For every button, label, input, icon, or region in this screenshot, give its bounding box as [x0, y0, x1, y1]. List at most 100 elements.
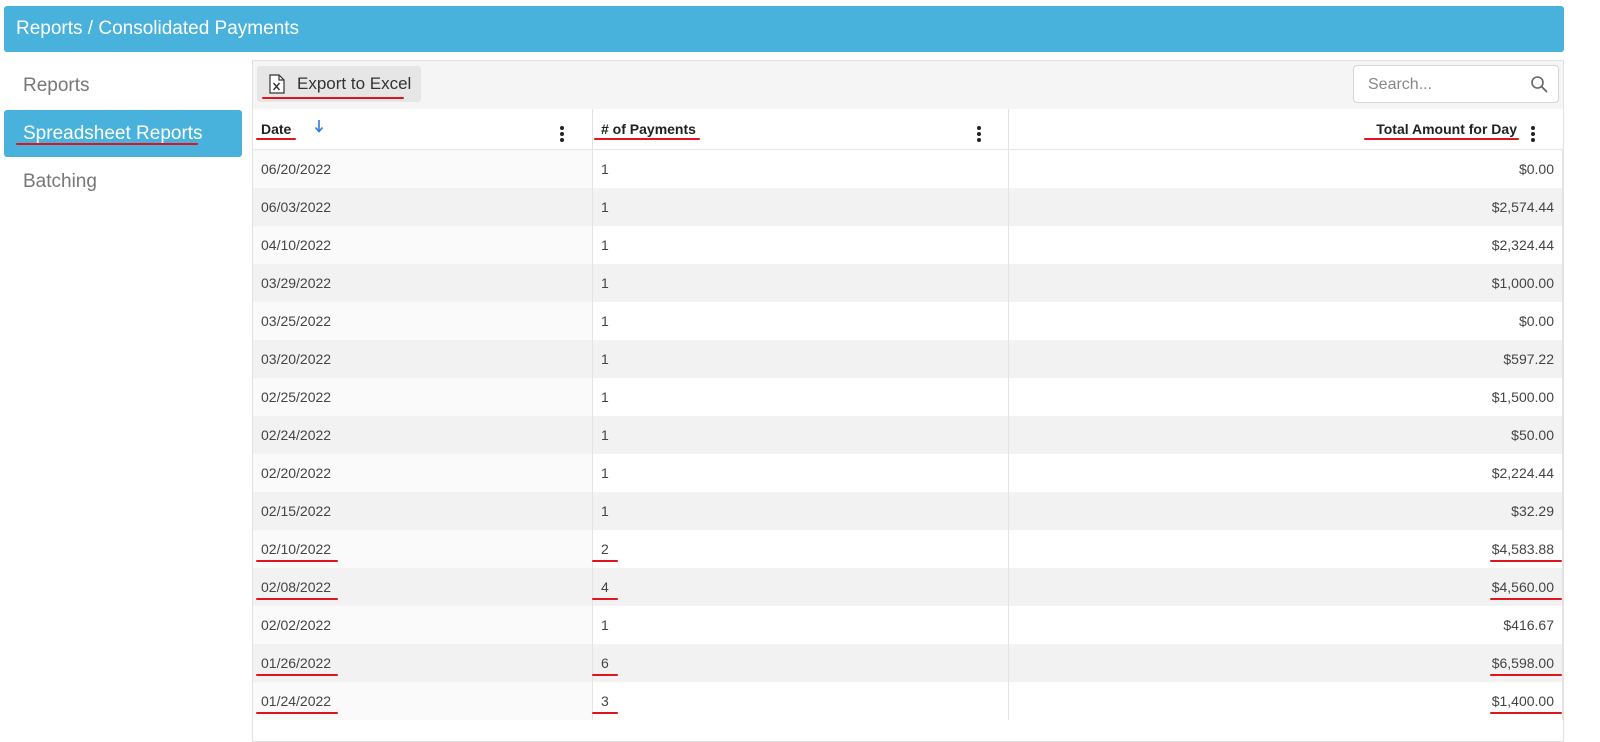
cell-payment-count: 1	[593, 492, 1009, 530]
table-row[interactable]: 02/08/2022 4 $4,560.00	[253, 568, 1563, 606]
cell-date: 02/24/2022	[253, 416, 593, 454]
annotation-underline	[256, 598, 338, 600]
sidebar-item-label: Spreadsheet Reports	[23, 123, 203, 144]
annotation-underline	[592, 598, 618, 600]
table-row[interactable]: 03/29/2022 1 $1,000.00	[253, 264, 1563, 302]
sidebar: Reports Spreadsheet Reports Batching	[4, 62, 242, 206]
annotation-underline	[256, 674, 338, 676]
cell-total-amount: $32.29	[1009, 492, 1563, 530]
cell-date: 02/02/2022	[253, 606, 593, 644]
annotation-underline	[16, 143, 198, 145]
cell-total-amount: $0.00	[1009, 302, 1563, 340]
cell-payment-count: 3	[593, 682, 1009, 720]
table-row[interactable]: 02/20/2022 1 $2,224.44	[253, 454, 1563, 492]
cell-total-amount: $1,000.00	[1009, 264, 1563, 302]
sidebar-item-batching[interactable]: Batching	[4, 158, 242, 205]
table-row[interactable]: 06/20/2022 1 $0.00	[253, 150, 1563, 188]
table-header: Date # of Payments Total Amount for Day	[253, 109, 1563, 150]
excel-file-icon	[269, 74, 285, 94]
annotation-underline	[592, 560, 618, 562]
sort-descending-icon[interactable]	[314, 118, 324, 134]
cell-date: 02/08/2022	[253, 568, 593, 606]
table-row[interactable]: 02/10/2022 2 $4,583.88	[253, 530, 1563, 568]
cell-date: 02/20/2022	[253, 454, 593, 492]
annotation-underline	[1490, 674, 1562, 676]
kebab-menu-icon[interactable]	[977, 126, 981, 144]
cell-total-amount: $1,400.00	[1009, 682, 1563, 720]
cell-total-amount: $2,224.44	[1009, 454, 1563, 492]
cell-payment-count: 2	[593, 530, 1009, 568]
annotation-underline	[256, 138, 296, 140]
cell-payment-count: 1	[593, 606, 1009, 644]
cell-payment-count: 1	[593, 226, 1009, 264]
payments-table: Date # of Payments Total Amount for Day …	[253, 109, 1563, 720]
cell-date: 03/25/2022	[253, 302, 593, 340]
table-row[interactable]: 03/25/2022 1 $0.00	[253, 302, 1563, 340]
sidebar-item-spreadsheet-reports[interactable]: Spreadsheet Reports	[4, 110, 242, 157]
cell-payment-count: 4	[593, 568, 1009, 606]
table-row[interactable]: 01/24/2022 3 $1,400.00	[253, 682, 1563, 720]
cell-date: 02/15/2022	[253, 492, 593, 530]
table-row[interactable]: 02/02/2022 1 $416.67	[253, 606, 1563, 644]
cell-payment-count: 1	[593, 340, 1009, 378]
table-row[interactable]: 02/15/2022 1 $32.29	[253, 492, 1563, 530]
cell-total-amount: $50.00	[1009, 416, 1563, 454]
search-input[interactable]	[1354, 66, 1530, 104]
cell-total-amount: $6,598.00	[1009, 644, 1563, 682]
kebab-menu-icon[interactable]	[1531, 126, 1535, 144]
table-row[interactable]: 04/10/2022 1 $2,324.44	[253, 226, 1563, 264]
kebab-menu-icon[interactable]	[560, 126, 564, 144]
annotation-underline	[262, 97, 404, 99]
annotation-underline	[256, 560, 338, 562]
column-header-payments[interactable]: # of Payments	[593, 109, 1009, 149]
annotation-underline	[594, 138, 700, 140]
cell-date: 04/10/2022	[253, 226, 593, 264]
cell-payment-count: 1	[593, 150, 1009, 188]
cell-total-amount: $1,500.00	[1009, 378, 1563, 416]
table-row[interactable]: 02/24/2022 1 $50.00	[253, 416, 1563, 454]
cell-date: 06/03/2022	[253, 188, 593, 226]
cell-total-amount: $597.22	[1009, 340, 1563, 378]
search-icon[interactable]	[1530, 75, 1548, 93]
cell-date: 02/25/2022	[253, 378, 593, 416]
sidebar-item-label: Batching	[23, 171, 97, 192]
annotation-underline	[1490, 712, 1562, 714]
cell-total-amount: $0.00	[1009, 150, 1563, 188]
cell-payment-count: 1	[593, 188, 1009, 226]
column-header-date[interactable]: Date	[253, 109, 593, 149]
report-panel: Export to Excel Date # of Payments	[252, 60, 1564, 742]
column-label: Date	[261, 121, 292, 137]
cell-total-amount: $2,574.44	[1009, 188, 1563, 226]
column-header-total[interactable]: Total Amount for Day	[1009, 109, 1563, 149]
table-row[interactable]: 03/20/2022 1 $597.22	[253, 340, 1563, 378]
annotation-underline	[1490, 598, 1562, 600]
table-body: 06/20/2022 1 $0.00 06/03/2022 1 $2,574.44 04/1…	[253, 150, 1563, 720]
cell-total-amount: $4,560.00	[1009, 568, 1563, 606]
annotation-underline	[1490, 560, 1562, 562]
table-row[interactable]: 01/26/2022 6 $6,598.00	[253, 644, 1563, 682]
cell-total-amount: $4,583.88	[1009, 530, 1563, 568]
cell-payment-count: 1	[593, 454, 1009, 492]
annotation-underline	[256, 712, 338, 714]
cell-payment-count: 1	[593, 264, 1009, 302]
annotation-underline	[1364, 138, 1519, 140]
sidebar-item-label: Reports	[23, 75, 90, 96]
cell-date: 01/26/2022	[253, 644, 593, 682]
table-row[interactable]: 06/03/2022 1 $2,574.44	[253, 188, 1563, 226]
cell-payment-count: 1	[593, 302, 1009, 340]
page-header: Reports / Consolidated Payments	[4, 6, 1564, 52]
column-label: Total Amount for Day	[1376, 121, 1517, 137]
annotation-underline	[592, 674, 618, 676]
cell-payment-count: 6	[593, 644, 1009, 682]
cell-total-amount: $2,324.44	[1009, 226, 1563, 264]
cell-date: 03/29/2022	[253, 264, 593, 302]
cell-date: 06/20/2022	[253, 150, 593, 188]
cell-date: 01/24/2022	[253, 682, 593, 720]
table-row[interactable]: 02/25/2022 1 $1,500.00	[253, 378, 1563, 416]
search-box	[1353, 65, 1559, 104]
sidebar-item-reports[interactable]: Reports	[4, 62, 242, 109]
export-button-label: Export to Excel	[297, 74, 412, 93]
cell-date: 02/10/2022	[253, 530, 593, 568]
annotation-underline	[592, 712, 618, 714]
cell-payment-count: 1	[593, 378, 1009, 416]
